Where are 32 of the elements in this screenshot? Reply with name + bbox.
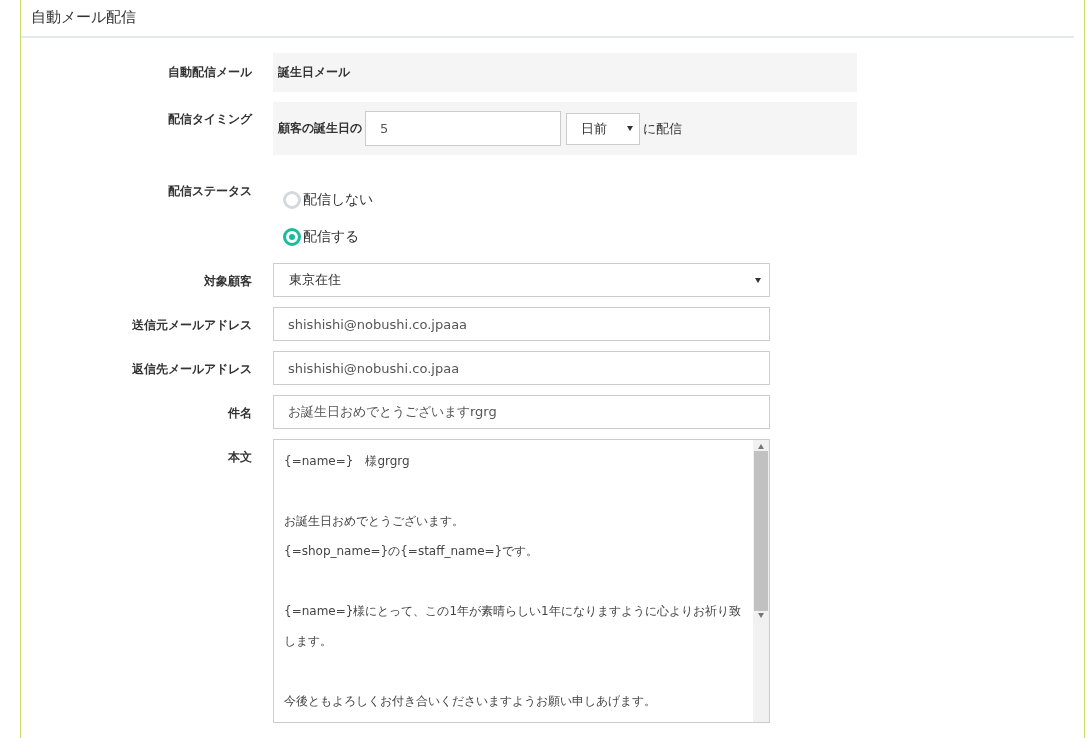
field-label: 件名 (227, 405, 253, 422)
body-text-line: お誕生日おめでとうございます。 (284, 513, 465, 530)
radio-button[interactable] (283, 190, 301, 209)
radio-label[interactable]: 配信する (303, 227, 359, 246)
scroll-down-icon[interactable] (758, 613, 764, 618)
body-text-line: 今後ともよろしくお付き合いくださいますようお願い申しあげます。 (284, 693, 657, 710)
body-text-line: {=name=}様にとって、この1年が素晴らしい1年になりますように心よりお祈り致します。 (284, 603, 742, 650)
text-input[interactable]: shishishi@nobushi.co.jpaa (273, 351, 770, 385)
timing-suffix: に配信 (643, 119, 682, 138)
field-label: 自動配信メール (167, 64, 253, 81)
timing-prefix: 顧客の誕生日の (278, 120, 362, 137)
static-value: 誕生日メール (278, 65, 350, 79)
field-label: 返信先メールアドレス (131, 361, 253, 378)
field-label: 本文 (227, 449, 253, 466)
field-label: 配信タイミング (167, 111, 254, 128)
scrollbar[interactable] (753, 440, 769, 722)
field-label: 配信ステータス (167, 183, 253, 200)
radio-label[interactable]: 配信しない (303, 190, 373, 209)
text-input[interactable]: shishishi@nobushi.co.jpaaa (273, 307, 770, 341)
page-title: 自動メール配信 (21, 0, 1074, 38)
days-input[interactable]: 5 (365, 111, 561, 146)
unit-select[interactable]: 日前 (566, 112, 640, 145)
body-textarea[interactable]: {=name=} 様grgrg お誕生日おめでとうございます。 {=shop_name=}の{=staff_name=}です。 {=name=}様にとって、この1年が素晴らしい1年になりますように心よりお祈り致します。 今後ともよろしくお付き合いくださいますようお願い申しあげます。 (273, 439, 770, 723)
body-text-line: {=shop_name=}の{=staff_name=}です。 (284, 543, 540, 560)
body-text-line: {=name=} 様grgrg (284, 453, 411, 470)
text-input[interactable]: お誕生日おめでとうございますrgrg (273, 395, 770, 429)
customer-select[interactable]: 東京在住 (273, 263, 770, 297)
field-label: 送信元メールアドレス (131, 317, 253, 334)
caret-icon (755, 277, 761, 283)
caret-icon (627, 126, 633, 131)
field-label: 対象顧客 (203, 273, 253, 290)
radio-button[interactable] (283, 227, 301, 246)
